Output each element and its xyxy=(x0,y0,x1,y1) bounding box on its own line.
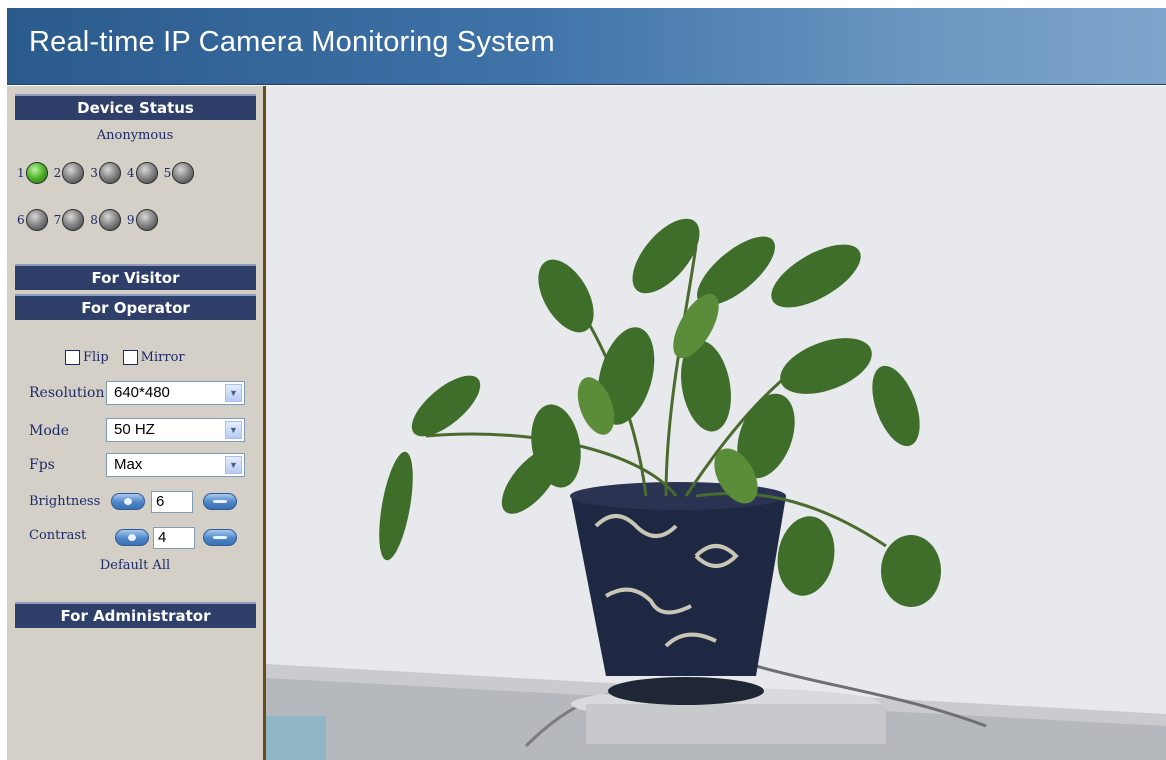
flip-label: Flip xyxy=(83,350,109,365)
gray-led-icon xyxy=(135,209,158,231)
fps-label: Fps xyxy=(29,457,55,473)
camera-6[interactable]: 6 xyxy=(17,209,48,231)
gray-led-icon xyxy=(172,162,195,184)
fps-select[interactable]: Max ▼ xyxy=(106,453,245,477)
bottom-left-object xyxy=(266,716,326,760)
flower-pot xyxy=(571,496,786,676)
contrast-input[interactable]: 4 xyxy=(153,527,195,549)
mode-value: 50 HZ xyxy=(114,421,155,438)
gray-led-icon xyxy=(98,209,121,231)
flip-checkbox-group[interactable]: Flip xyxy=(65,350,109,365)
contrast-decrease-button[interactable] xyxy=(203,529,237,546)
chevron-down-icon[interactable]: ▼ xyxy=(225,384,242,402)
gray-led-icon xyxy=(135,162,158,184)
green-led-icon xyxy=(25,162,48,184)
brightness-input[interactable]: 6 xyxy=(151,491,193,513)
plant-stand-front xyxy=(586,704,886,744)
for-visitor-heading[interactable]: For Visitor xyxy=(15,264,256,290)
minus-button-icon xyxy=(213,500,227,503)
camera-2[interactable]: 2 xyxy=(54,162,85,184)
brightness-label: Brightness xyxy=(29,494,101,509)
gray-led-icon xyxy=(62,162,85,184)
contrast-increase-button[interactable] xyxy=(115,529,149,546)
camera-video-feed[interactable] xyxy=(266,86,1166,760)
resolution-value: 640*480 xyxy=(114,384,170,401)
mode-select[interactable]: 50 HZ ▼ xyxy=(106,418,245,442)
camera-1[interactable]: 1 xyxy=(17,162,48,184)
current-user-label: Anonymous xyxy=(96,128,174,143)
mirror-label: Mirror xyxy=(140,350,185,365)
mode-label: Mode xyxy=(29,423,70,439)
plus-button-icon xyxy=(124,498,132,505)
camera-row-1: 1 2 3 4 5 xyxy=(17,162,200,184)
resolution-label: Resolution xyxy=(29,385,105,401)
app-header: Real-time IP Camera Monitoring System xyxy=(7,8,1166,85)
camera-9[interactable]: 9 xyxy=(127,209,158,231)
gray-led-icon xyxy=(98,162,121,184)
camera-8[interactable]: 8 xyxy=(90,209,121,231)
video-frame xyxy=(266,86,1166,760)
for-administrator-heading[interactable]: For Administrator xyxy=(15,602,256,628)
default-all-link[interactable]: Default All xyxy=(7,558,263,573)
camera-row-2: 6 7 8 9 xyxy=(17,209,164,231)
for-operator-heading[interactable]: For Operator xyxy=(15,294,256,320)
chevron-down-icon[interactable]: ▼ xyxy=(225,456,242,474)
gray-led-icon xyxy=(25,209,48,231)
gray-led-icon xyxy=(62,209,85,231)
brightness-decrease-button[interactable] xyxy=(203,493,237,510)
minus-button-icon xyxy=(213,536,227,539)
device-status-heading[interactable]: Device Status xyxy=(15,94,256,120)
contrast-label: Contrast xyxy=(29,528,87,543)
chevron-down-icon[interactable]: ▼ xyxy=(225,421,242,439)
camera-4[interactable]: 4 xyxy=(127,162,158,184)
fps-value: Max xyxy=(114,456,143,473)
mirror-checkbox-group[interactable]: Mirror xyxy=(122,350,185,365)
app-title: Real-time IP Camera Monitoring System xyxy=(29,26,555,58)
flip-mirror-options: Flip Mirror xyxy=(65,350,199,365)
mirror-checkbox[interactable] xyxy=(122,350,138,365)
camera-3[interactable]: 3 xyxy=(90,162,121,184)
camera-5[interactable]: 5 xyxy=(164,162,195,184)
plus-button-icon xyxy=(128,534,136,541)
flip-checkbox[interactable] xyxy=(65,350,80,365)
pot-saucer xyxy=(608,677,764,705)
camera-7[interactable]: 7 xyxy=(54,209,85,231)
sidebar: Device Status Anonymous 1 2 3 4 5 6 7 8 … xyxy=(7,86,263,760)
resolution-select[interactable]: 640*480 ▼ xyxy=(106,381,245,405)
brightness-increase-button[interactable] xyxy=(111,493,145,510)
